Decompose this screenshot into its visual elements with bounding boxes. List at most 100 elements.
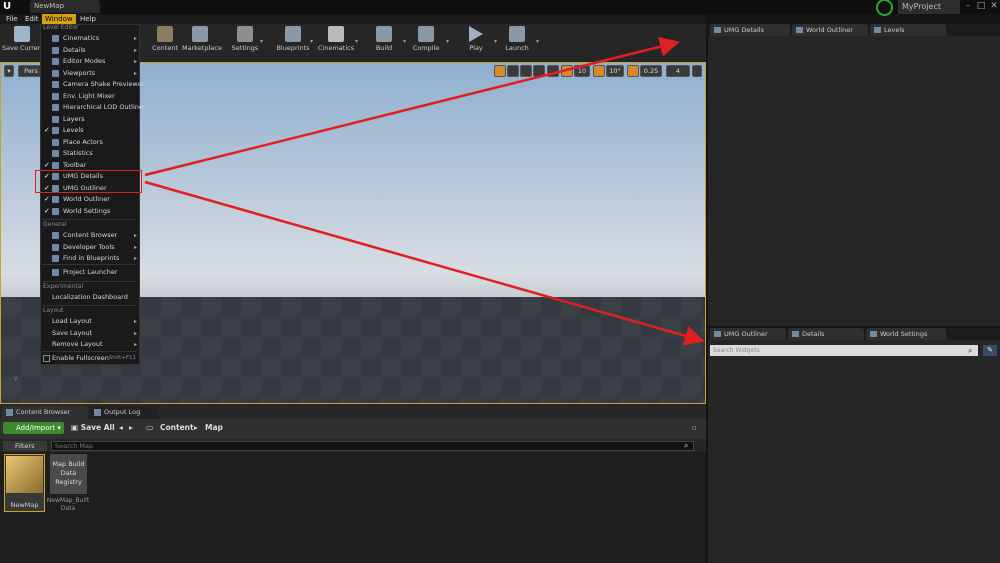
annotation-arrows (144, 36, 705, 346)
details-icon (52, 46, 59, 54)
menu-item-localization-dashboard[interactable]: Localization Dashboard (41, 292, 139, 303)
menu-item-editor-modes[interactable]: Editor Modes ▸ (41, 56, 139, 67)
menu-item-label: Save Layout (52, 328, 93, 337)
check-icon: ✓ (44, 183, 50, 192)
toolbar-icon (52, 161, 59, 169)
menu-item-statistics[interactable]: Statistics (41, 148, 139, 159)
menu-separator (42, 219, 136, 220)
menu-item-save-layout[interactable]: Save Layout ▸ (41, 328, 139, 339)
menu-item-levels[interactable]: ✓ Levels (41, 125, 139, 136)
menu-item-label: Viewports (63, 68, 96, 77)
menu-item-label: Content Browser (63, 231, 118, 239)
menu-section-header: Level Editor (43, 24, 79, 31)
submenu-arrow-icon: ▸ (133, 329, 137, 337)
submenu-arrow-icon: ▸ (133, 232, 137, 239)
submenu-arrow-icon: ▸ (133, 341, 137, 348)
submenu-arrow-icon: ▸ (133, 46, 137, 54)
submenu-arrow-icon: ▸ (133, 318, 137, 325)
umg-outliner-icon (52, 184, 59, 192)
layers-icon (52, 115, 59, 123)
menu-item-world-settings[interactable]: ✓ World Settings (41, 206, 139, 217)
menu-item-label: UMG Outliner (63, 183, 107, 192)
menu-item-developer-tools[interactable]: Developer Tools ▸ (41, 242, 139, 253)
env-light-mixer-icon (52, 92, 59, 100)
menu-item-layers[interactable]: Layers (41, 114, 139, 125)
levels-icon (52, 127, 59, 134)
menu-separator (42, 264, 136, 265)
submenu-arrow-icon: ▸ (133, 255, 137, 262)
menu-item-label: Hierarchical LOD Outliner (63, 103, 146, 111)
statistics-icon (52, 150, 59, 157)
menu-item-viewports[interactable]: Viewports ▸ (41, 68, 139, 79)
menu-item-label: Remove Layout (52, 340, 103, 348)
menu-separator (42, 351, 136, 352)
menu-item-umg-outliner[interactable]: ✓ UMG Outliner (41, 183, 139, 194)
menu-item-label: Editor Modes (63, 57, 106, 65)
menu-separator (42, 281, 136, 282)
menu-section-header: Layout (43, 307, 64, 314)
menu-item-label: Developer Tools (63, 242, 115, 251)
menu-item-label: Layers (63, 114, 85, 123)
menu-item-label: World Settings (63, 206, 111, 215)
content-browser-icon (52, 232, 59, 239)
menu-separator (42, 305, 136, 306)
menu-item-label: Find in Blueprints (63, 254, 120, 262)
submenu-arrow-icon: ▸ (133, 69, 137, 77)
developer-tools-icon (52, 243, 59, 251)
check-icon: ✓ (44, 172, 50, 180)
menu-item-label: Statistics (63, 149, 93, 157)
find-in-blueprints-icon (52, 255, 59, 262)
world-settings-icon (52, 207, 59, 215)
menu-item-remove-layout[interactable]: Remove Layout ▸ (41, 339, 139, 350)
menu-item-project-launcher[interactable]: Project Launcher (41, 267, 139, 278)
menu-item-label: Details (63, 45, 86, 54)
menu-item-content-browser[interactable]: Content Browser ▸ (41, 230, 139, 241)
menu-item-label: Camera Shake Previewer (63, 80, 145, 88)
arrow-to-umg-details (144, 36, 680, 177)
menu-item-place-actors[interactable]: Place Actors (41, 137, 139, 148)
editor-modes-icon (52, 58, 59, 65)
viewports-icon (52, 69, 59, 77)
check-icon: ✓ (44, 126, 50, 134)
menu-item-toolbar[interactable]: ✓ Toolbar (41, 160, 139, 171)
menu-item-details[interactable]: Details ▸ (41, 45, 139, 56)
menu-item-env-light-mixer[interactable]: Env. Light Mixer (41, 91, 139, 102)
check-icon: ✓ (44, 206, 50, 215)
menu-item-cinematics[interactable]: Cinematics ▸ (41, 33, 139, 44)
camera-shake-previewer-icon (52, 81, 59, 88)
menu-item-load-layout[interactable]: Load Layout ▸ (41, 316, 139, 327)
menu-item-label: Localization Dashboard (52, 293, 128, 301)
menu-section-header: Experimental (43, 283, 84, 290)
menu-item-world-outliner[interactable]: ✓ World Outliner (41, 194, 139, 205)
umg-details-icon (52, 173, 59, 180)
menu-item-hierarchical-lod-outliner[interactable]: Hierarchical LOD Outliner (41, 102, 146, 113)
submenu-arrow-icon: ▸ (133, 58, 137, 65)
cinematics-icon (52, 35, 59, 42)
menu-item-label: World Outliner (63, 195, 110, 203)
place-actors-icon (52, 138, 59, 146)
check-icon: ✓ (44, 160, 50, 169)
menu-item-enable-fullscreen[interactable]: Enable Fullscreen Shift+F11 (41, 353, 139, 364)
submenu-arrow-icon: ▸ (133, 35, 137, 42)
checkbox-icon[interactable] (43, 355, 50, 362)
project-launcher-icon (52, 269, 59, 276)
menu-item-label: Place Actors (63, 137, 103, 146)
submenu-arrow-icon: ▸ (133, 243, 137, 251)
menu-item-find-in-blueprints[interactable]: Find in Blueprints ▸ (41, 253, 139, 264)
menu-item-label: Env. Light Mixer (63, 91, 115, 100)
check-icon: ✓ (44, 195, 50, 203)
menu-item-label: Levels (63, 126, 84, 134)
menu-item-camera-shake-previewer[interactable]: Camera Shake Previewer (41, 79, 144, 90)
shortcut-label: Shift+F11 (108, 355, 136, 361)
menu-item-label: UMG Details (63, 172, 104, 180)
menu-item-umg-details[interactable]: ✓ UMG Details (41, 171, 139, 182)
world-outliner-icon (52, 196, 59, 203)
menu-item-label: Project Launcher (63, 268, 118, 276)
menu-item-label: Toolbar (63, 160, 87, 169)
arrow-to-umg-outliner (144, 180, 705, 346)
menu-item-label: Load Layout (52, 317, 92, 325)
menu-section-header: General (43, 221, 67, 228)
menu-item-label: Cinematics (63, 34, 100, 42)
menu-item-label: Enable Fullscreen (52, 354, 109, 362)
hierarchical-lod-outliner-icon (52, 104, 59, 111)
